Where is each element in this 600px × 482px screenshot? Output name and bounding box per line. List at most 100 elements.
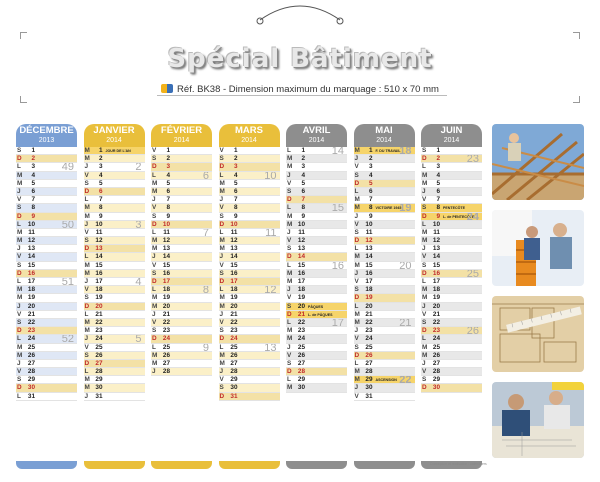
weekday-letter: D	[422, 384, 427, 392]
day-row: S2	[218, 155, 280, 164]
day-row: D 19	[353, 294, 415, 303]
day-row: S 15	[16, 261, 77, 270]
day-number: 8	[31, 204, 35, 212]
day-row: J 25	[286, 343, 347, 352]
day-row: M 16	[83, 269, 145, 278]
day-number: 5	[301, 179, 305, 187]
weekday-letter: L	[287, 147, 291, 154]
engineers-plans-photo	[492, 382, 584, 458]
weekday-letter: L	[17, 392, 21, 400]
weekday-letter: V	[287, 351, 292, 359]
weekday-letter: D	[422, 327, 427, 335]
day-row: M 20	[218, 302, 280, 311]
weekday-letter: L	[354, 302, 359, 310]
day-number: 12	[95, 237, 103, 245]
day-number: 13	[297, 245, 305, 253]
day-number: 24	[27, 335, 35, 343]
day-row: S6	[286, 187, 347, 197]
day-number: 5	[233, 179, 238, 187]
day-row: S 25	[353, 343, 415, 352]
weekday-letter: V	[422, 310, 427, 318]
weekday-letter: M	[84, 327, 90, 335]
month-apr: AVRIL 2014 L 1 14 M 2 M 3 J 4 V 5 S 6 D 7 L 8 15 M 9 M 10 J 11 V 12…	[286, 124, 347, 469]
week-number: 6	[202, 171, 209, 180]
day-row: J 31	[83, 392, 145, 401]
day-row: V4	[83, 171, 145, 180]
weekday-letter: S	[17, 147, 22, 154]
weekday-letter: V	[287, 237, 292, 245]
weekday-letter: M	[287, 327, 293, 335]
day-row: L 24	[421, 335, 482, 344]
day-number: 27	[27, 359, 35, 367]
day-row: J9	[353, 212, 415, 221]
month-year: 2014	[443, 137, 460, 144]
day-row: D 2 23	[421, 155, 482, 164]
day-number: 26	[27, 351, 35, 359]
day-row: M5	[151, 179, 212, 188]
weekday-letter: M	[354, 196, 360, 204]
weekday-letter: J	[152, 196, 156, 204]
weekday-letter: D	[219, 278, 225, 285]
weekday-letter: J	[84, 335, 89, 343]
day-row: M 26	[16, 351, 77, 360]
weekday-letter: V	[287, 294, 292, 302]
month-year: 2014	[308, 137, 325, 144]
weekday-letter: M	[354, 318, 360, 326]
week-number: 5	[135, 335, 142, 344]
weekday-letter: D	[152, 335, 157, 343]
day-row: D 10	[218, 220, 280, 229]
day-number: 15	[230, 261, 238, 269]
month-name: JUIN	[440, 125, 463, 136]
weekday-letter: V	[84, 228, 89, 236]
day-row: J2	[353, 155, 415, 164]
day-number: 20	[27, 302, 35, 310]
day-row: L 24 52	[16, 335, 77, 344]
week-number: 22	[399, 376, 412, 385]
week-number: 19	[399, 204, 412, 213]
day-row: L 4 6	[151, 171, 212, 180]
weekday-letter: L	[422, 220, 426, 228]
weekday-letter: L	[354, 187, 359, 195]
day-number: 8	[98, 204, 103, 212]
weekday-letter: S	[17, 261, 22, 269]
weekday-letter: S	[422, 147, 427, 154]
holiday-label: L. de PÂQUES	[308, 312, 333, 317]
weekday-letter: M	[287, 278, 293, 285]
day-row: S2	[151, 155, 212, 164]
day-list: V 1 S 2 D 3 L 4 10 M 5 M 6 J 7 V 8 S 9 D 10 L 11 11 M 12 M 13 J 14 V 15…	[218, 147, 280, 401]
day-number: 7	[166, 196, 170, 204]
day-row: L 21	[83, 310, 145, 319]
weekday-letter: M	[287, 269, 293, 277]
day-row: L 1 14	[286, 147, 347, 156]
day-number: 16	[230, 269, 238, 277]
weekday-letter: M	[219, 359, 225, 367]
day-number: 6	[301, 187, 305, 195]
day-number: 25	[432, 343, 440, 351]
day-row: M5	[16, 179, 77, 188]
day-row: J6	[16, 187, 77, 197]
day-number: 14	[297, 253, 305, 261]
day-row: V 21	[421, 310, 482, 319]
weekday-letter: M	[84, 155, 90, 163]
weekday-letter: M	[422, 351, 428, 359]
weekday-letter: L	[152, 343, 156, 351]
day-row: J4	[286, 171, 347, 180]
week-number: 21	[399, 318, 412, 328]
day-row: M 13	[151, 245, 212, 254]
weekday-letter: M	[84, 204, 90, 212]
day-number: 5	[436, 179, 440, 187]
day-row: M 22	[83, 318, 145, 328]
weekday-letter: M	[354, 368, 360, 376]
weekday-letter: M	[152, 187, 158, 195]
day-row: M 27	[218, 359, 280, 369]
day-row: M 21	[353, 310, 415, 319]
weekday-letter: L	[219, 171, 224, 179]
day-number: 5	[166, 179, 170, 187]
weekday-letter: J	[422, 359, 426, 367]
weekday-letter: V	[219, 261, 224, 269]
day-number: 10	[95, 220, 103, 228]
day-row: V 11	[83, 228, 145, 238]
week-number: 17	[331, 318, 344, 328]
weekday-letter: D	[422, 212, 427, 220]
weekday-letter: V	[354, 335, 359, 343]
